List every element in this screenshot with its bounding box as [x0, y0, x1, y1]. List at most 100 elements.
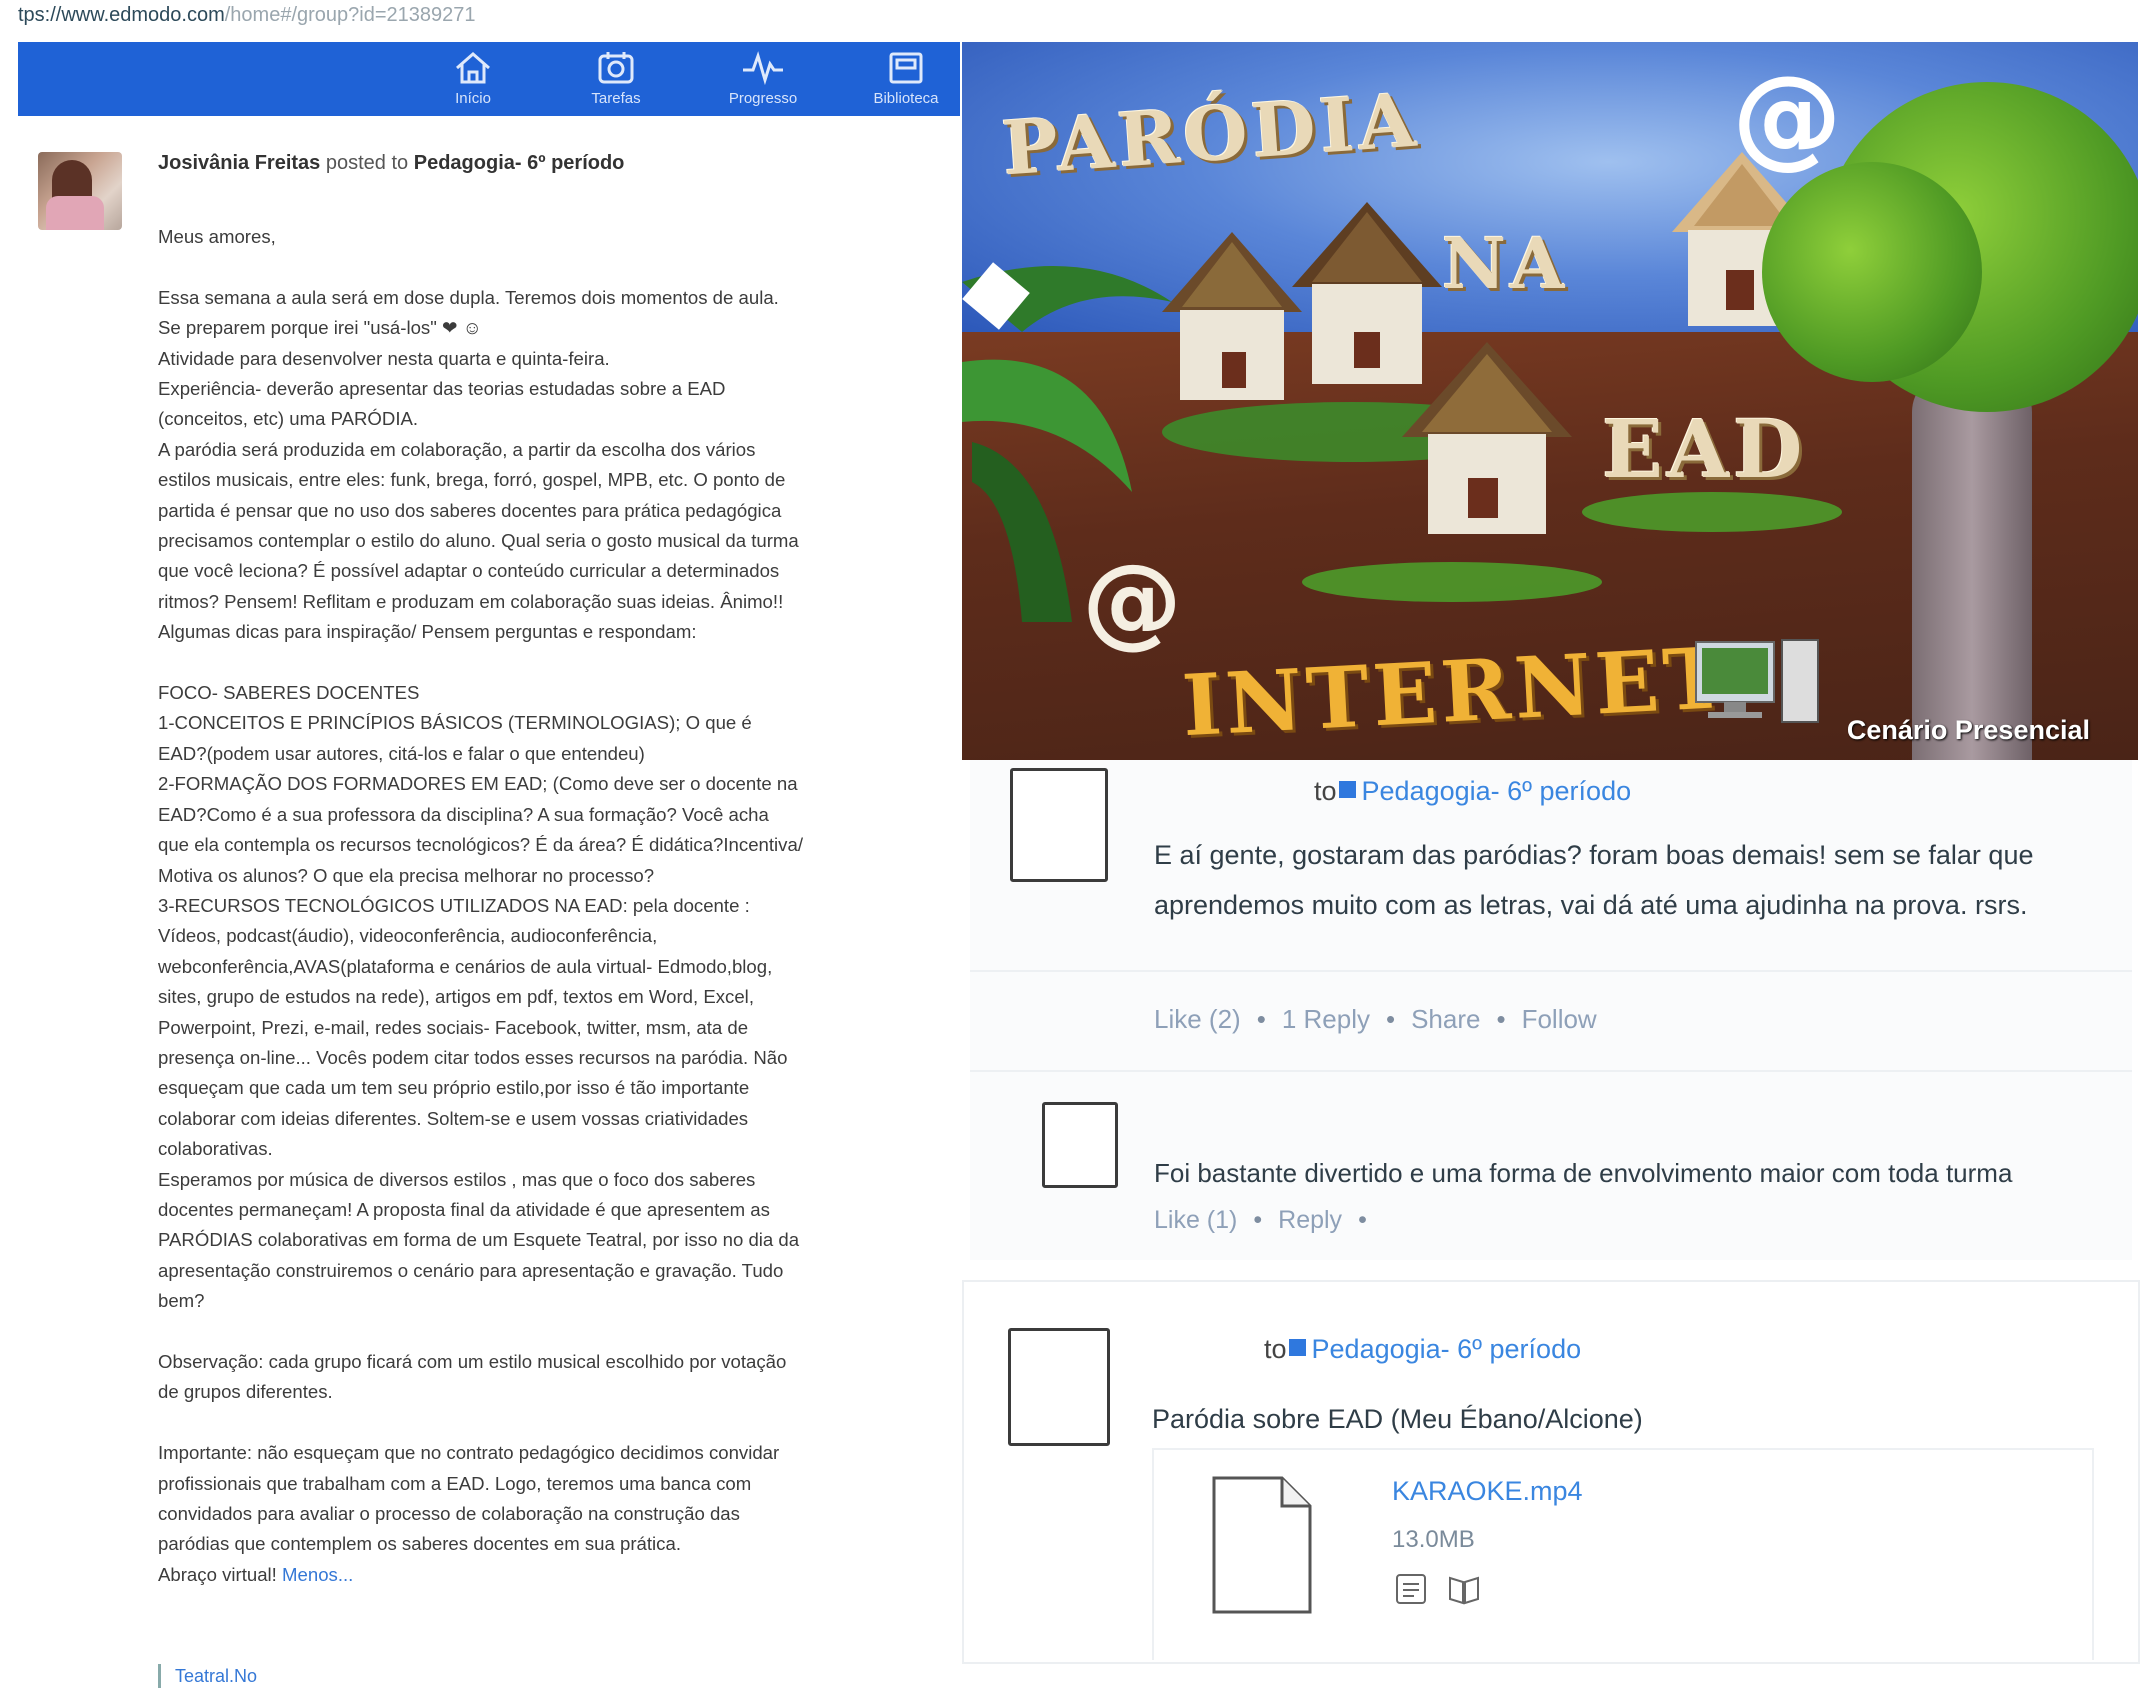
posted-to-text: posted to [325, 152, 409, 174]
group-color-icon [1288, 1339, 1306, 1356]
reply-message-line2: aprendemos muito com as letras, vai dá a… [1154, 890, 2028, 920]
attachment-link[interactable]: Teatral.No [158, 1664, 257, 1688]
nav-library[interactable]: Biblioteca [851, 50, 961, 107]
post-body-line: docentes permaneçam! A proposta final da… [158, 1198, 770, 1220]
nav-home[interactable]: Início [418, 50, 528, 107]
post-body-line: esqueçam que cada um tem seu próprio est… [158, 1077, 750, 1099]
closing-text: Abraço virtual! [158, 1563, 277, 1585]
at-symbol-bottom: @ [1082, 542, 1182, 659]
poster-caption: Cenário Presencial [1846, 715, 2090, 745]
poster-image[interactable]: PARÓDIA NA EAD INTERNET @ @ Cenário Pres… [962, 42, 2138, 760]
post-body-line: ritmos? Pensem! Reflitam e produzam em c… [158, 590, 784, 612]
post-closing-line: Abraço virtual! Menos... [158, 1560, 948, 1590]
share-button[interactable]: Share [1411, 1004, 1480, 1034]
file-actions [1394, 1572, 1482, 1611]
reply-post-header: to Pedagogia- 6º período [1314, 776, 1631, 807]
post-body-line: PARÓDIAS colaborativas em forma de um Es… [158, 1229, 800, 1251]
post-body-line: EAD?(podem usar autores, citá-los e fala… [158, 742, 645, 764]
post-body-line: sites, grupo de estudos na rede), artigo… [158, 986, 754, 1008]
post-body-line: Vídeos, podcast(áudio), videoconferência… [158, 925, 658, 947]
library-icon [889, 52, 923, 84]
post-body-line: Meus amores, [158, 226, 276, 247]
at-symbol-top: @ [1732, 52, 1842, 180]
post-body-line: (conceitos, etc) uma PARÓDIA. [158, 408, 419, 430]
file-icon [1212, 1476, 1312, 1614]
post-panel: Início Tarefas Progresso Biblioteca Josi… [18, 42, 960, 1688]
nav-planner-label: Tarefas [591, 90, 641, 107]
post-body-line: Importante: não esqueçam que no contrato… [158, 1442, 780, 1464]
poster-title-ead: EAD [1602, 402, 1807, 496]
reply-group-link[interactable]: Pedagogia- 6º período [1362, 776, 1632, 806]
like-button[interactable]: Like (2) [1154, 1004, 1241, 1034]
less-link[interactable]: Menos... [282, 1564, 353, 1585]
file-name[interactable]: KARAOKE.mp4 [1392, 1476, 1583, 1507]
nav-home-label: Início [455, 90, 491, 107]
post-body-line: bem? [158, 1290, 205, 1312]
post-body-line: Motiva os alunos? O que ela precisa melh… [158, 864, 655, 886]
comment-author-avatar[interactable] [1042, 1102, 1118, 1188]
post-body-line: EAD?Como é a sua professora da disciplin… [158, 803, 769, 825]
post-body-line: 3-RECURSOS TECNOLÓGICOS UTILIZADOS NA EA… [158, 894, 750, 916]
nav-progress-label: Progresso [728, 90, 798, 107]
reply-author-avatar[interactable] [1010, 768, 1108, 882]
post-body-line: precisamos contemplar o estilo do aluno.… [158, 530, 799, 552]
post-header: Josivânia Freitas posted to Pedagogia- 6… [158, 152, 624, 175]
post-body-line: webconferência,AVAS(plataforma e cenário… [158, 955, 773, 977]
post-body-line: estilos musicais, entre eles: funk, breg… [158, 469, 786, 491]
post-body-line: Essa semana a aula será em dose dupla. T… [158, 286, 779, 308]
group-link[interactable]: Pedagogia- 6º período [414, 152, 625, 174]
comment-like-button[interactable]: Like (1) [1154, 1206, 1237, 1234]
reply-count-button[interactable]: 1 Reply [1282, 1004, 1370, 1034]
file-author-avatar[interactable] [1008, 1328, 1110, 1446]
home-icon [456, 52, 490, 84]
post-body-line: convidados para avaliar o processo de co… [158, 1503, 740, 1524]
post-body-line: de grupos diferentes. [158, 1381, 333, 1403]
file-post-header: to Pedagogia- 6º período [1264, 1334, 1581, 1365]
post-body-line: que você leciona? É possível adaptar o c… [158, 560, 780, 582]
comment-actions: Like (1) • Reply • [1154, 1206, 1367, 1234]
post-body-line: 1-CONCEITOS E PRINCÍPIOS BÁSICOS (TERMIN… [158, 712, 752, 734]
author-name[interactable]: Josivânia Freitas [158, 152, 320, 174]
url-bar[interactable]: tps://www.edmodo.com/home#/group?id=2138… [0, 0, 960, 36]
post-body-line: Observação: cada grupo ficará com um est… [158, 1350, 787, 1372]
post-body-line: paródias que contemplem os saberes docen… [158, 1533, 681, 1555]
author-avatar[interactable] [38, 152, 122, 230]
post-body-line: Esperamos por música de diversos estilos… [158, 1168, 756, 1190]
post-body-line: que ela contempla os recursos tecnológic… [158, 834, 803, 856]
to-label: to [1314, 776, 1337, 806]
url-host: tps://www.edmodo.com [18, 4, 225, 26]
post-body-line: 2-FORMAÇÃO DOS FORMADORES EM EAD; (Como … [158, 773, 798, 795]
post-body-line: profissionais que trabalham com a EAD. L… [158, 1472, 752, 1494]
nav-planner[interactable]: Tarefas [561, 50, 671, 107]
progress-icon [743, 51, 783, 86]
preview-icon[interactable] [1394, 1572, 1428, 1606]
post-body-line: Algumas dicas para inspiração/ Pensem pe… [158, 621, 697, 643]
post-body: Meus amores, Essa semana a aula será em d… [158, 222, 948, 1590]
reply-message-line1: E aí gente, gostaram das paródias? foram… [1154, 840, 2034, 870]
comment-reply-button[interactable]: Reply [1278, 1206, 1342, 1234]
file-post-message: Paródia sobre EAD (Meu Ébano/Alcione) [1152, 1404, 1643, 1434]
file-group-link[interactable]: Pedagogia- 6º período [1312, 1334, 1582, 1364]
poster-title-na: NA [1442, 222, 1569, 305]
follow-button[interactable]: Follow [1522, 1004, 1597, 1034]
nav-library-label: Biblioteca [873, 90, 939, 107]
top-navbar: Início Tarefas Progresso Biblioteca [18, 42, 960, 116]
nav-progress[interactable]: Progresso [708, 50, 818, 107]
post-body-line: Se preparem porque irei "usá-los" ❤ ☺ [158, 317, 482, 339]
post-body-line: Atividade para desenvolver nesta quarta … [158, 347, 610, 369]
post-body-line: Powerpoint, Prezi, e-mail, redes sociais… [158, 1016, 749, 1038]
computer-icon [1695, 639, 1819, 723]
post-body-line: colaborativas. [158, 1138, 273, 1160]
post-body-line: FOCO- SABERES DOCENTES [158, 682, 420, 704]
url-path: /home#/group?id=21389271 [224, 4, 476, 26]
to-label: to [1264, 1334, 1287, 1364]
post-body-line: Experiência- deverão apresentar das teor… [158, 378, 726, 400]
add-to-library-icon[interactable] [1446, 1572, 1482, 1606]
group-color-icon [1338, 781, 1356, 798]
post-body-line: partida é pensar que no uso dos saberes … [158, 499, 782, 521]
file-size: 13.0MB [1392, 1526, 1475, 1553]
